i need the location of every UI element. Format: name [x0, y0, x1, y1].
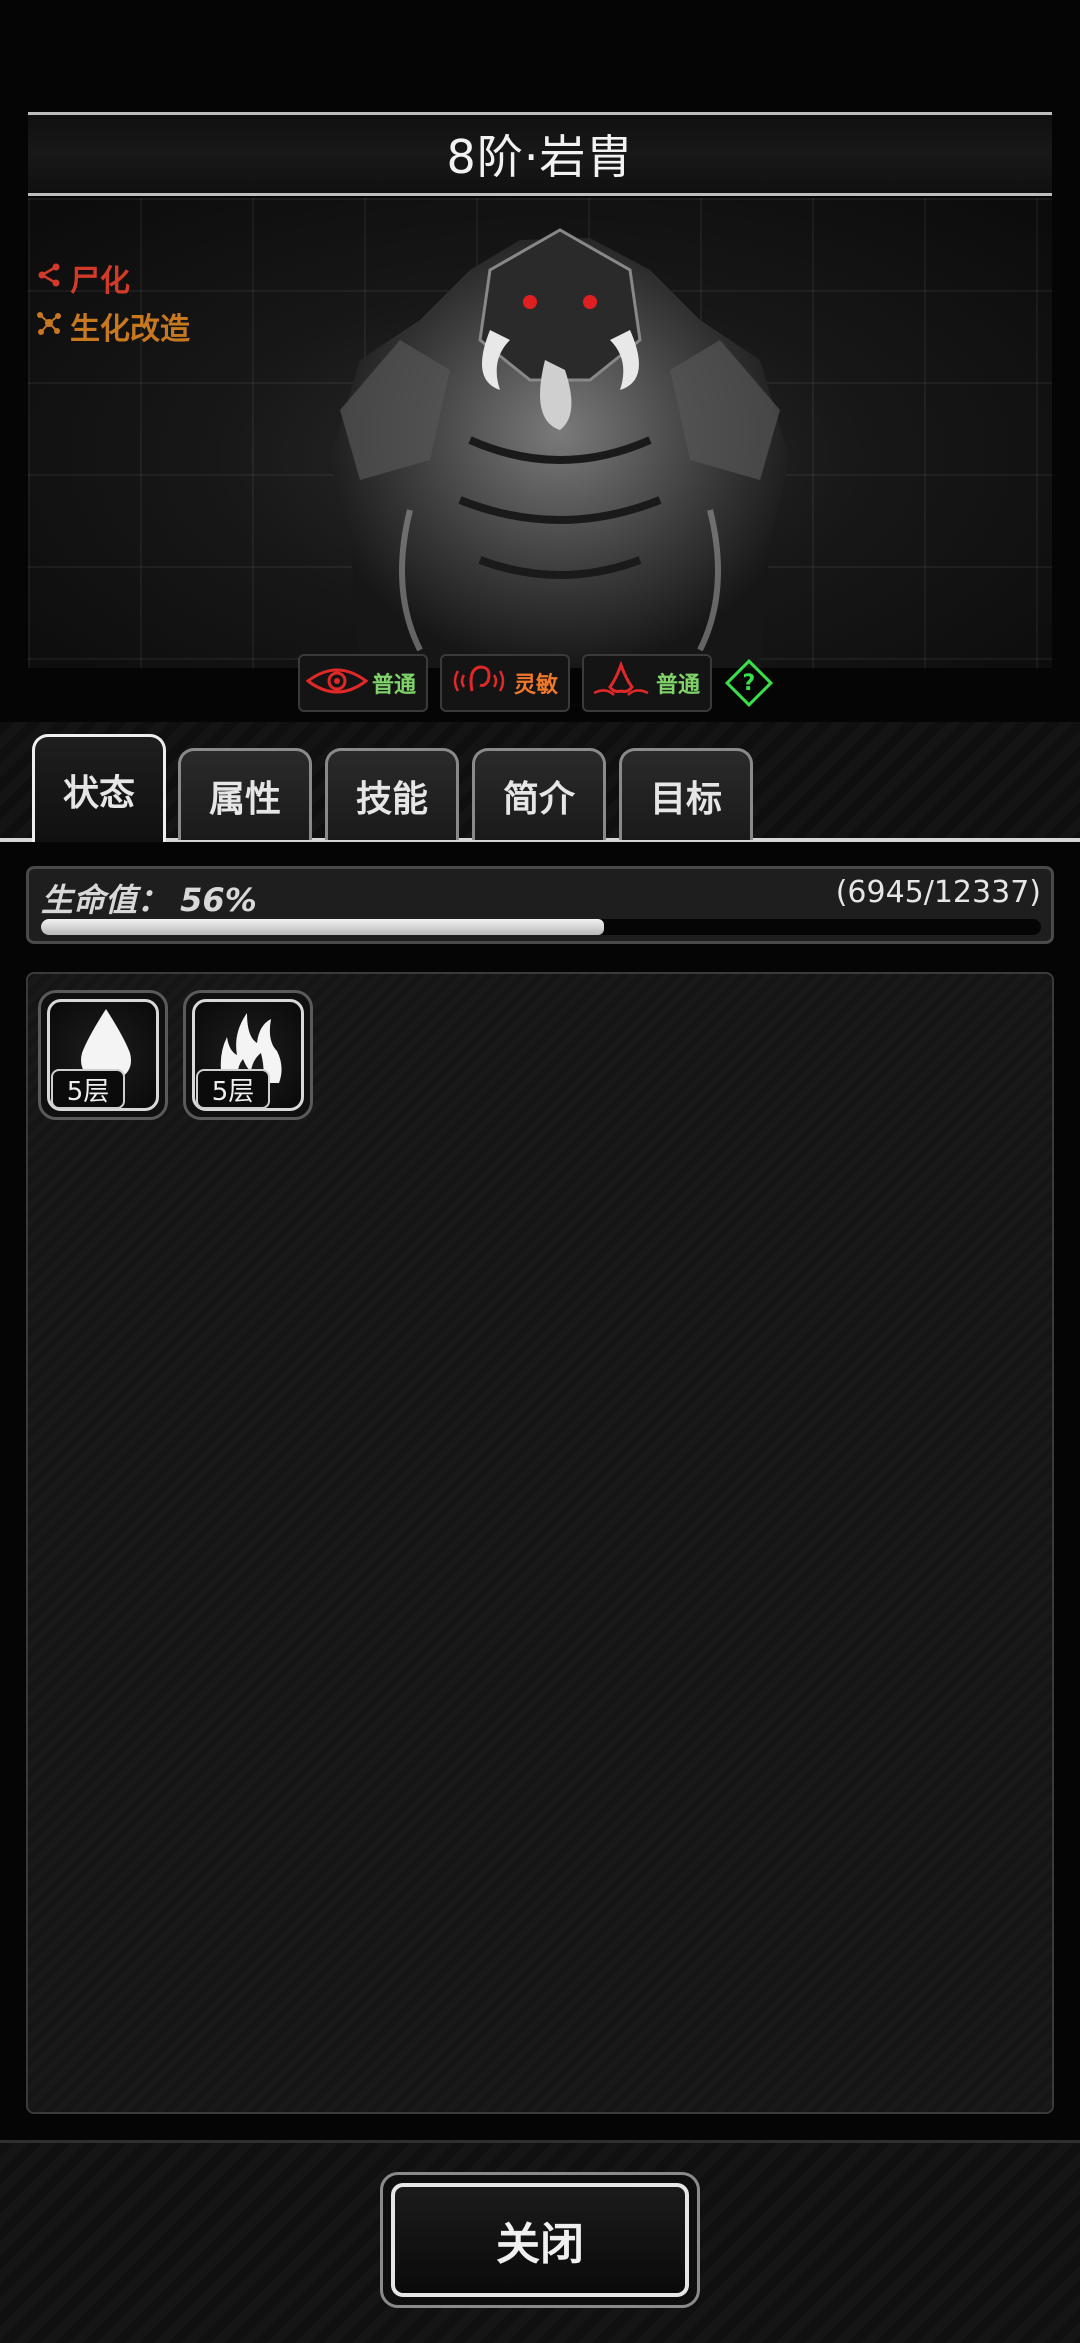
tab-target[interactable]: 目标: [619, 748, 753, 840]
trait-label: 尸化: [70, 264, 130, 299]
close-button-label: 关闭: [391, 2183, 689, 2297]
sense-label: 普通: [372, 673, 417, 698]
buff-stack-count: 5层: [196, 1069, 270, 1109]
hp-bar-fill: [41, 919, 604, 935]
sense-indicators: 普通 灵敏 普通 ?: [298, 654, 774, 712]
trait-list: 尸化 生化改造: [34, 254, 190, 350]
ear-icon: [448, 661, 510, 705]
share-icon: [34, 262, 64, 295]
sense-hearing[interactable]: 灵敏: [440, 654, 570, 712]
help-icon[interactable]: ?: [724, 658, 774, 708]
buff-slot[interactable]: 5层: [38, 990, 168, 1120]
sense-label: 普通: [656, 673, 701, 698]
trait-label: 生化改造: [70, 312, 190, 347]
status-effects-panel: 5层 5层: [26, 972, 1054, 2114]
hp-bar-track: [41, 919, 1041, 935]
eye-icon: [305, 661, 369, 705]
title-bar: 8阶·岩胄: [28, 112, 1052, 196]
monster-scene: 尸化 生化改造: [28, 198, 1052, 668]
tab-skills[interactable]: 技能: [325, 748, 459, 840]
sense-label: 灵敏: [514, 673, 559, 698]
hp-panel: 生命值： 56% (6945/12337): [26, 866, 1054, 944]
tab-status[interactable]: 状态: [32, 734, 166, 842]
hp-label: 生命值： 56%: [41, 881, 257, 919]
sense-smell[interactable]: 普通: [582, 654, 712, 712]
hp-percent: 56%: [180, 881, 257, 919]
hp-value: (6945/12337): [835, 875, 1041, 910]
monster-portrait: [330, 228, 790, 668]
tab-intro[interactable]: 简介: [472, 748, 606, 840]
molecule-icon: [34, 309, 64, 344]
buff-stack-count: 5层: [51, 1069, 125, 1109]
nose-icon: [590, 660, 652, 705]
close-button[interactable]: 关闭: [380, 2172, 700, 2308]
trait-item[interactable]: 生化改造: [34, 302, 190, 350]
sense-sight[interactable]: 普通: [298, 654, 428, 712]
page-title: 8阶·岩胄: [446, 130, 634, 184]
tab-attributes[interactable]: 属性: [178, 748, 312, 840]
trait-item[interactable]: 尸化: [34, 254, 190, 302]
buff-slot[interactable]: 5层: [183, 990, 313, 1120]
